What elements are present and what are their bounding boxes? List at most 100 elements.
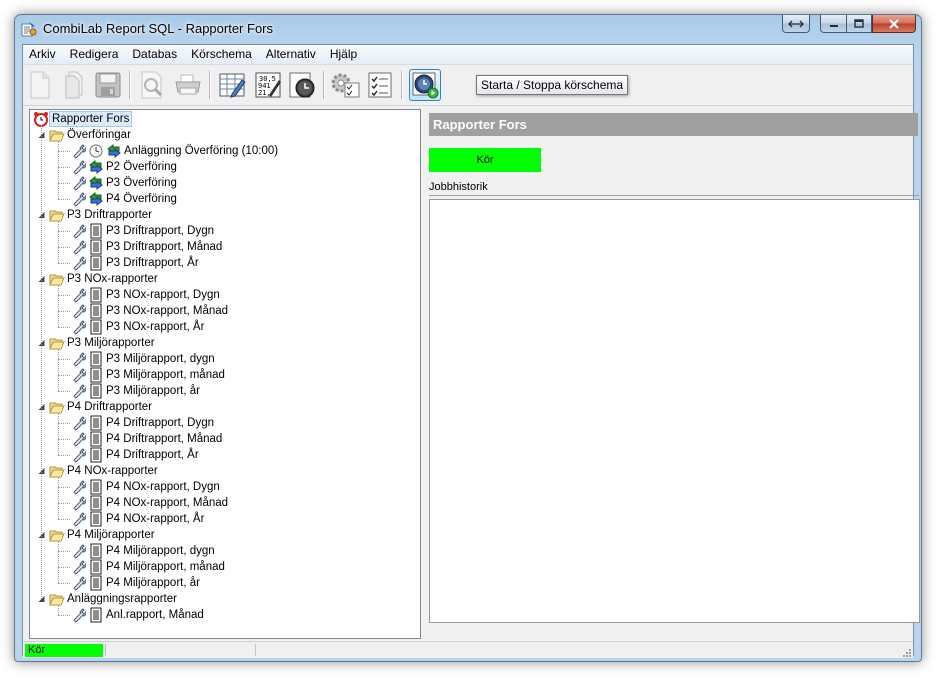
menu-databas[interactable]: Databas [125, 45, 184, 64]
client-area: Arkiv Redigera Databas Körschema Alterna… [22, 44, 920, 658]
tree-item[interactable]: P3 NOx-rapport, Dygn [70, 287, 222, 303]
tree-connector [58, 167, 70, 168]
tree-item-label: P3 Driftrapport, Dygn [106, 225, 215, 237]
wrench-icon [73, 608, 86, 623]
tree-item[interactable]: P3 Miljörapport, år [70, 383, 202, 399]
wrench-icon [73, 448, 86, 463]
tree-item[interactable]: P3 Miljörapport, dygn [70, 351, 217, 367]
wrench-icon [73, 144, 86, 159]
clock-schedule-button[interactable] [287, 70, 317, 100]
start-stop-schedule-button[interactable] [409, 69, 441, 101]
tree-item[interactable]: P4 Driftrapport, År [70, 447, 201, 463]
menu-hjalp[interactable]: Hjälp [323, 45, 364, 64]
tree-group[interactable]: P3 Miljörapporter [49, 335, 157, 351]
folder-open-icon [49, 466, 65, 478]
tree-item[interactable]: P3 Driftrapport, År [70, 255, 201, 271]
tree-root[interactable]: Rapporter Fors [33, 111, 133, 127]
tree-connector [58, 285, 59, 327]
tree-item[interactable]: P3 Överföring [70, 175, 179, 191]
tree-item[interactable]: P4 Överföring [70, 191, 179, 207]
minimize-button[interactable] [820, 15, 846, 33]
tree-item[interactable]: P4 NOx-rapport, År [70, 511, 206, 527]
tree-item[interactable]: P4 Driftrapport, Dygn [70, 415, 216, 431]
tree-item[interactable]: P3 Miljörapport, månad [70, 367, 227, 383]
menu-redigera[interactable]: Redigera [63, 45, 126, 64]
tree-item[interactable]: P3 NOx-rapport, År [70, 319, 206, 335]
wrench-icon [73, 192, 86, 207]
report-document-icon [90, 479, 102, 495]
resize-grip-icon[interactable] [901, 647, 911, 657]
tree-connector [58, 327, 70, 328]
tree-item[interactable]: Anläggning Överföring (10:00) [70, 143, 280, 159]
tree-group-label: P3 Miljörapporter [67, 337, 155, 349]
tree-connector [58, 455, 70, 456]
wrench-icon [73, 496, 86, 511]
new-button[interactable] [25, 70, 55, 100]
tree-group[interactable]: Anläggningsrapporter [49, 591, 179, 607]
restore-down-button[interactable] [782, 15, 810, 33]
wrench-icon [73, 544, 86, 559]
tree-connector [58, 221, 59, 263]
tree-item[interactable]: P4 Miljörapport, dygn [70, 543, 217, 559]
maximize-button[interactable] [846, 15, 872, 33]
tree-group[interactable]: P4 Driftrapporter [49, 399, 154, 415]
tree-item[interactable]: P4 NOx-rapport, Dygn [70, 479, 222, 495]
tree-item[interactable]: P3 NOx-rapport, Månad [70, 303, 230, 319]
save-button[interactable] [93, 70, 123, 100]
tree-connector [58, 199, 70, 200]
tree-group[interactable]: P4 Miljörapporter [49, 527, 157, 543]
tree-item[interactable]: Anl.rapport, Månad [70, 607, 206, 623]
tree-item[interactable]: P4 Driftrapport, Månad [70, 431, 224, 447]
checklist-button[interactable] [365, 70, 395, 100]
menu-korschema[interactable]: Körschema [184, 45, 259, 64]
tree-item[interactable]: P3 Driftrapport, Månad [70, 239, 224, 255]
table-edit-icon [219, 73, 246, 98]
report-tree[interactable]: Rapporter Fors ◢ Överföringar Anläggning Öv… [29, 109, 421, 639]
report-document-icon [90, 255, 102, 271]
tree-item-label: P4 Driftrapport, Dygn [106, 417, 215, 429]
tree-group[interactable]: P3 NOx-rapporter [49, 271, 160, 287]
tree-group-label: P3 NOx-rapporter [67, 273, 158, 285]
tree-item[interactable]: P4 NOx-rapport, Månad [70, 495, 230, 511]
close-button[interactable] [872, 15, 916, 33]
table-edit-button[interactable] [217, 70, 247, 100]
folder-open-icon [49, 130, 65, 142]
tree-item-label: P3 Miljörapport, dygn [106, 353, 215, 365]
report-document-icon [90, 559, 102, 575]
tree-connector [58, 551, 70, 552]
tree-item-label: P4 NOx-rapport, Dygn [106, 481, 220, 493]
tree-item-label: P4 Miljörapport, dygn [106, 545, 215, 557]
tree-group[interactable]: Överföringar [49, 127, 133, 143]
wrench-icon [73, 256, 86, 271]
tree-group-label: P4 Driftrapporter [67, 401, 153, 413]
tree-item[interactable]: P4 Miljörapport, år [70, 575, 202, 591]
job-history-list[interactable] [429, 199, 920, 623]
report-data-button[interactable]: 30,5 941 21, [253, 70, 283, 100]
print-button[interactable] [173, 70, 203, 100]
tree-item-label: Anläggning Överföring (10:00) [124, 145, 279, 157]
tree-item[interactable]: P3 Driftrapport, Dygn [70, 223, 216, 239]
tree-group[interactable]: P3 Driftrapporter [49, 207, 154, 223]
tree-group[interactable]: P4 NOx-rapporter [49, 463, 160, 479]
print-preview-button[interactable] [137, 70, 167, 100]
tree-item[interactable]: P2 Överföring [70, 159, 179, 175]
settings-checklist-button[interactable] [331, 70, 361, 100]
menu-arkiv[interactable]: Arkiv [23, 45, 63, 64]
copy-button[interactable] [59, 70, 89, 100]
wrench-icon [73, 240, 86, 255]
report-document-icon [90, 239, 102, 255]
tree-connector [58, 247, 70, 248]
title-bar[interactable]: CombiLab Report SQL - Rapporter Fors [15, 15, 921, 43]
menu-alternativ[interactable]: Alternativ [259, 45, 323, 64]
job-history-label: Jobbhistorik [429, 181, 488, 193]
tree-item[interactable]: P4 Miljörapport, månad [70, 559, 227, 575]
tree-connector [58, 151, 70, 152]
report-document-icon [90, 495, 102, 511]
tree-connector [58, 423, 70, 424]
settings-checklist-icon [331, 73, 360, 98]
details-panel: Rapporter Fors Kör Jobbhistorik [429, 113, 920, 641]
copy-icon [65, 71, 83, 99]
tree-item-label: P3 NOx-rapport, Dygn [106, 289, 220, 301]
report-data-icon: 30,594121, [255, 72, 281, 98]
run-button[interactable]: Kör [429, 148, 541, 172]
